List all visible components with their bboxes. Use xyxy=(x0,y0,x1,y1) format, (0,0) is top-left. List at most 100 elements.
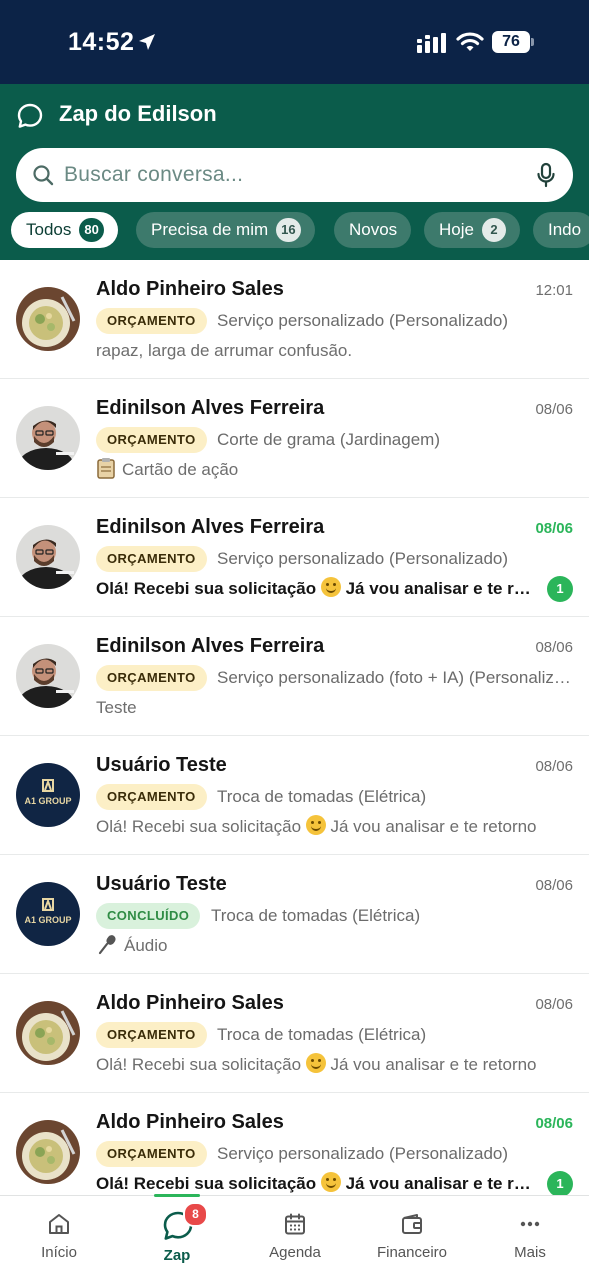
contact-name: Aldo Pinheiro Sales xyxy=(96,1111,284,1133)
filter-chip-precisa-de-mim[interactable]: Precisa de mim 16 xyxy=(136,212,315,248)
contact-name: Usuário Teste xyxy=(96,754,227,776)
filter-chip-indo[interactable]: Indo xyxy=(533,212,589,248)
status-badge: CONCLUÍDO xyxy=(96,903,201,929)
filter-chip-label: Novos xyxy=(349,220,398,239)
nav-label: Início xyxy=(41,1244,77,1261)
search-bar[interactable]: Buscar conversa... xyxy=(16,148,573,202)
avatar-logo-text: A1 GROUP xyxy=(24,915,72,925)
conversation-row[interactable]: Aldo Pinheiro Sales 08/06 ORÇAMENTO Serviço… xyxy=(0,1093,589,1195)
avatar xyxy=(16,1120,80,1184)
nav-label: Financeiro xyxy=(376,1244,448,1261)
avatar xyxy=(16,1001,80,1065)
message-time: 08/06 xyxy=(535,401,573,418)
app-header: Zap do Edilson Buscar conversa... Todos … xyxy=(0,84,589,260)
avatar xyxy=(16,644,80,708)
message-preview: rapaz, larga de arrumar confusão. xyxy=(96,338,573,364)
service-label: Corte de grama (Jardinagem) xyxy=(217,430,440,449)
filter-chip-label: Todos xyxy=(26,220,72,239)
avatar: A1 GROUP xyxy=(16,763,80,827)
message-time: 08/06 xyxy=(535,520,573,537)
nav-label: Agenda xyxy=(269,1244,321,1261)
nav-mais[interactable]: Mais xyxy=(471,1196,589,1280)
wifi-icon xyxy=(456,32,484,51)
message-preview: Olá! Recebi sua solicitação Já vou anali… xyxy=(96,814,573,840)
nav-agenda[interactable]: Agenda xyxy=(236,1196,354,1280)
unread-count-badge: 1 xyxy=(547,576,573,602)
smiley-emoji-icon xyxy=(305,815,326,835)
avatar: A1 GROUP xyxy=(16,882,80,946)
avatar xyxy=(16,406,80,470)
message-preview: Olá! Recebi sua solicitação Já vou anali… xyxy=(96,1171,532,1195)
nav-badge: 8 xyxy=(183,1202,208,1227)
location-arrow-icon xyxy=(139,34,155,50)
service-label: Serviço personalizado (Personalizado) xyxy=(217,549,509,568)
message-preview: Cartão de ação xyxy=(96,457,573,483)
calendar-icon xyxy=(285,1213,305,1235)
search-icon xyxy=(33,165,54,186)
message-preview-text: Olá! Recebi sua solicitação Já vou anali… xyxy=(96,1172,532,1193)
filter-chip-count: 16 xyxy=(276,218,301,242)
wallet-icon xyxy=(402,1214,422,1234)
service-label: Serviço personalizado (Personalizado) xyxy=(217,1144,509,1163)
conversation-row[interactable]: Edinilson Alves Ferreira 08/06 ORÇAMENTO Se… xyxy=(0,617,589,736)
status-badge: ORÇAMENTO xyxy=(96,1141,207,1167)
status-badge: ORÇAMENTO xyxy=(96,1022,207,1048)
contact-name: Aldo Pinheiro Sales xyxy=(96,278,284,300)
message-time: 08/06 xyxy=(535,1115,573,1132)
smiley-emoji-icon xyxy=(320,577,341,597)
nav-zap[interactable]: 8 Zap xyxy=(118,1194,236,1280)
filter-chip-novos[interactable]: Novos xyxy=(334,212,412,248)
filter-chips: Todos 80 Precisa de mim 16 Novos Hoje 2 … xyxy=(0,212,589,250)
message-preview: Olá! Recebi sua solicitação Já vou anali… xyxy=(96,576,532,602)
contact-name: Edinilson Alves Ferreira xyxy=(96,635,325,657)
status-badge: ORÇAMENTO xyxy=(96,427,207,453)
conversation-row[interactable]: A1 GROUP Usuário Teste 08/06 ORÇAMENTO Troca… xyxy=(0,736,589,855)
conversation-row[interactable]: Aldo Pinheiro Sales 12:01 ORÇAMENTO Serviço… xyxy=(0,260,589,379)
message-preview-text: Olá! Recebi sua solicitação Já vou anali… xyxy=(96,577,532,598)
message-time: 08/06 xyxy=(535,639,573,656)
unread-count-badge: 1 xyxy=(547,1171,573,1195)
filter-chip-count: 2 xyxy=(481,218,506,242)
status-badge: ORÇAMENTO xyxy=(96,784,207,810)
message-time: 08/06 xyxy=(535,758,573,775)
nav-label: Zap xyxy=(163,1247,191,1264)
app-title: Zap do Edilson xyxy=(59,101,217,126)
message-preview-text: Olá! Recebi sua solicitação Já vou anali… xyxy=(96,1053,537,1074)
conversation-list: Aldo Pinheiro Sales 12:01 ORÇAMENTO Serviço… xyxy=(0,260,589,1195)
status-badge: ORÇAMENTO xyxy=(96,308,207,334)
chat-bubble-icon xyxy=(17,103,43,128)
conversation-row[interactable]: Edinilson Alves Ferreira 08/06 ORÇAMENTO Co… xyxy=(0,379,589,498)
avatar xyxy=(16,287,80,351)
cellular-signal-icon xyxy=(417,33,446,53)
filter-chip-hoje[interactable]: Hoje 2 xyxy=(424,212,520,248)
nav-inicio[interactable]: Início xyxy=(0,1196,118,1280)
conversation-row[interactable]: Aldo Pinheiro Sales 08/06 ORÇAMENTO Troca d… xyxy=(0,974,589,1093)
message-preview: Olá! Recebi sua solicitação Já vou anali… xyxy=(96,1052,573,1078)
service-label: Troca de tomadas (Elétrica) xyxy=(211,906,421,925)
status-badge: ORÇAMENTO xyxy=(96,665,207,691)
message-preview-text: Áudio xyxy=(124,936,168,955)
status-time: 14:52 xyxy=(68,28,135,56)
message-preview: Teste xyxy=(96,695,573,721)
filter-chip-label: Precisa de mim xyxy=(151,220,269,239)
nav-financeiro[interactable]: Financeiro xyxy=(353,1196,471,1280)
message-preview-text: Olá! Recebi sua solicitação Já vou anali… xyxy=(96,815,537,836)
conversation-row[interactable]: A1 GROUP Usuário Teste 08/06 CONCLUÍDO Troca… xyxy=(0,855,589,974)
nav-label: Mais xyxy=(514,1244,546,1261)
more-icon xyxy=(520,1221,540,1227)
battery-icon: 76 xyxy=(492,31,534,53)
microphone-icon[interactable] xyxy=(535,162,557,188)
contact-name: Edinilson Alves Ferreira xyxy=(96,397,325,419)
message-preview-text: rapaz, larga de arrumar confusão. xyxy=(96,341,353,360)
home-icon xyxy=(49,1214,69,1234)
active-indicator xyxy=(154,1194,200,1197)
filter-chip-count: 80 xyxy=(79,218,104,242)
status-bar: 14:52 76 xyxy=(0,0,589,84)
search-input[interactable]: Buscar conversa... xyxy=(64,148,243,202)
clipboard-icon xyxy=(97,458,115,479)
conversation-row[interactable]: Edinilson Alves Ferreira 08/06 ORÇAMENTO Se… xyxy=(0,498,589,617)
message-preview-text: Cartão de ação xyxy=(122,460,239,479)
filter-chip-label: Indo xyxy=(548,220,582,239)
status-badge: ORÇAMENTO xyxy=(96,546,207,572)
filter-chip-todos[interactable]: Todos 80 xyxy=(11,212,118,248)
